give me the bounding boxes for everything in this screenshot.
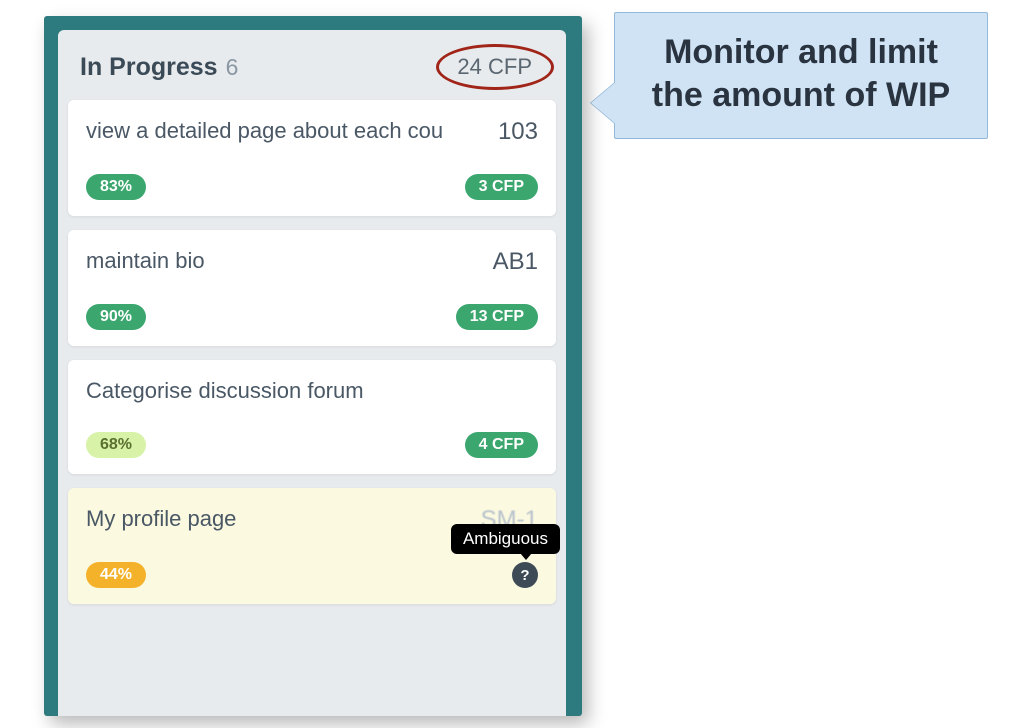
task-card[interactable]: Categorise discussion forum 68% 4 CFP [68,360,556,474]
column-count: 6 [226,54,239,81]
callout-pointer [591,81,617,125]
card-top-row: Categorise discussion forum [86,378,538,404]
cfp-total: 24 CFP [443,52,546,82]
card-bottom-row: 83% 3 CFP [86,174,538,200]
help-icon[interactable]: ? [512,562,538,588]
card-bottom-row: 68% 4 CFP [86,432,538,458]
card-top-row: maintain bio AB1 [86,248,538,276]
card-status-area: Ambiguous? [418,562,538,588]
card-title: My profile page [86,506,471,532]
column-title: In Progress [80,53,218,82]
card-title: maintain bio [86,248,483,274]
card-title: view a detailed page about each cou [86,118,488,144]
card-bottom-row: 44% Ambiguous? [86,562,538,588]
card-status-area: 4 CFP [418,432,538,458]
kanban-panel: In Progress 6 24 CFP view a detailed pag… [44,16,582,716]
card-title: Categorise discussion forum [86,378,538,404]
cfp-badge: 3 CFP [465,174,538,200]
task-card[interactable]: view a detailed page about each cou 103 83… [68,100,556,216]
card-status-area: 3 CFP [418,174,538,200]
card-status-area: 13 CFP [418,304,538,330]
tooltip: Ambiguous [451,524,560,554]
progress-badge: 68% [86,432,146,458]
callout-text: Monitor and limit the amount of WIP [652,33,950,114]
progress-badge: 44% [86,562,146,588]
card-id: 103 [498,118,538,146]
card-top-row: view a detailed page about each cou 103 [86,118,538,146]
column-header: In Progress 6 24 CFP [68,30,556,100]
callout: Monitor and limit the amount of WIP [614,12,988,139]
card-bottom-row: 90% 13 CFP [86,304,538,330]
card-id: AB1 [493,248,538,276]
column-in-progress: In Progress 6 24 CFP view a detailed pag… [58,30,566,716]
column-header-left: In Progress 6 [80,53,238,82]
task-card[interactable]: maintain bio AB1 90% 13 CFP [68,230,556,346]
task-card[interactable]: My profile pageSM-144%Ambiguous? [68,488,556,604]
progress-badge: 90% [86,304,146,330]
cfp-badge: 4 CFP [465,432,538,458]
cfp-badge: 13 CFP [456,304,538,330]
cards-container: view a detailed page about each cou 103 83… [68,100,556,604]
progress-badge: 83% [86,174,146,200]
